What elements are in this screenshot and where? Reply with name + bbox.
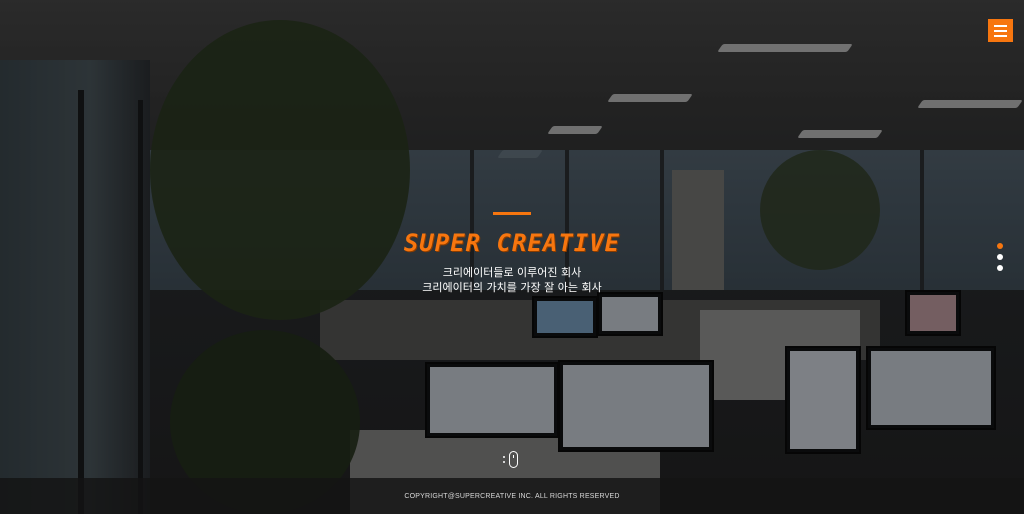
hero-subtitle: 크리에이터들로 이루어진 회사 크리에이터의 가치를 가장 잘 아는 회사 [312,265,712,295]
copyright-text: COPYRIGHT@SUPERCREATIVE INC. ALL RIGHTS … [404,492,620,500]
pagination-dot-3[interactable] [997,265,1003,271]
hamburger-menu-icon[interactable] [988,19,1013,42]
title-accent-bar [493,212,531,215]
hero-subtitle-line1: 크리에이터들로 이루어진 회사 [442,266,582,279]
hero-subtitle-line2: 크리에이터의 가치를 가장 잘 아는 회사 [422,281,602,294]
footer: COPYRIGHT@SUPERCREATIVE INC. ALL RIGHTS … [0,478,1024,514]
slide-pagination [997,243,1005,276]
mouse-scroll-icon[interactable] [501,451,525,471]
pagination-dot-2[interactable] [997,254,1003,260]
hero-title-block: SUPER CREATIVE 크리에이터들로 이루어진 회사 크리에이터의 가치… [312,212,712,295]
pagination-dot-1[interactable] [997,243,1003,249]
hero-title: SUPER CREATIVE [403,229,621,257]
hero-section: SUPER CREATIVE 크리에이터들로 이루어진 회사 크리에이터의 가치… [0,0,1024,514]
